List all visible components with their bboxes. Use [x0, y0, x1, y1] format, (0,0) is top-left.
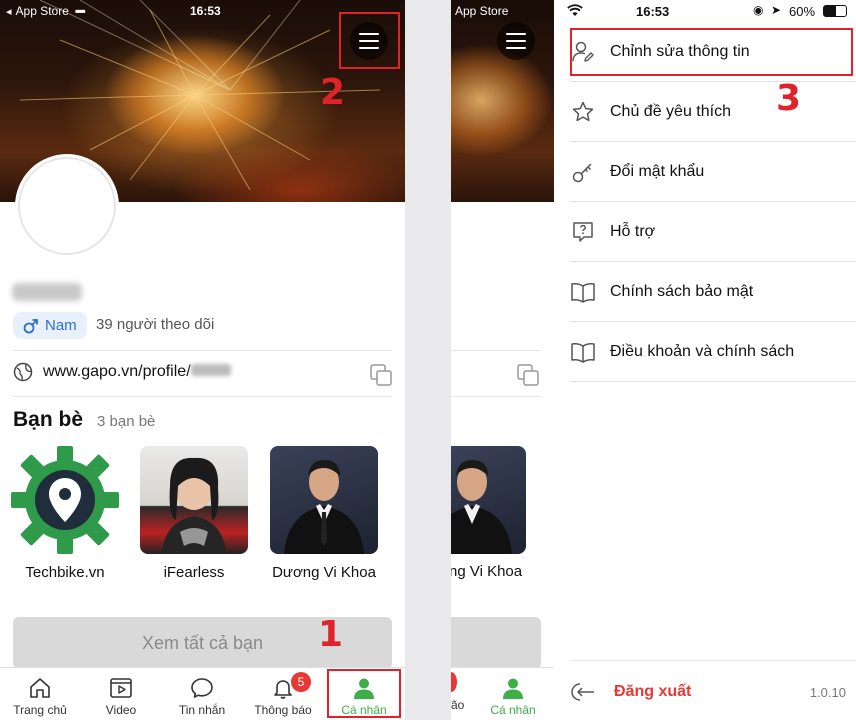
video-icon: [110, 678, 132, 698]
annotation-number-1: 1: [318, 614, 344, 655]
back-to-app-icon: ◂: [6, 5, 12, 18]
profile-link-row[interactable]: www.gapo.vn/profile/: [13, 362, 231, 382]
divider: [451, 350, 541, 351]
battery-icon: [823, 5, 847, 17]
friend-photo: [284, 460, 364, 554]
annotation-number-3: 3: [776, 78, 802, 119]
status-carrier: App Store: [15, 4, 69, 18]
status-carrier: App Store: [455, 4, 509, 18]
menu-item-support[interactable]: Hỗ trợ: [570, 202, 856, 262]
signal-icon: ▪▪▪▪: [74, 4, 86, 18]
tab-label: Trang chủ: [13, 703, 67, 717]
annotation-box-3: [570, 28, 853, 76]
menu-button[interactable]: [497, 22, 535, 60]
friend-name: ng Vi Khoa: [451, 563, 523, 580]
tab-notifications[interactable]: Thông báo 5: [243, 668, 323, 720]
annotation-box-1: [327, 669, 401, 718]
friend-avatar: [11, 446, 119, 554]
menu-item-label: Điều khoản và chính sách: [610, 342, 795, 360]
tab-messages[interactable]: Tin nhắn: [162, 668, 242, 720]
help-icon: [570, 219, 596, 245]
notification-badge: [451, 672, 457, 692]
tab-video[interactable]: Video: [81, 668, 161, 720]
chat-icon: [191, 678, 213, 698]
menu-item-label: Chính sách bảo mật: [610, 282, 754, 300]
tab-label: Tin nhắn: [178, 703, 226, 717]
annotation-number-2: 2: [320, 72, 346, 113]
status-time: 16:53: [636, 4, 670, 19]
logout-icon: [571, 683, 594, 701]
globe-icon: [13, 362, 33, 382]
divider: [13, 350, 392, 351]
right-phone-background: ng Vi Khoa ão Cá nhân: [451, 0, 554, 720]
menu-item-label: Chủ đề yêu thích: [610, 102, 731, 120]
menu-item-label: Hỗ trợ: [610, 222, 656, 240]
logout-label: Đăng xuất: [614, 683, 692, 700]
tab-home[interactable]: Trang chủ: [0, 668, 80, 720]
menu-item-favorite-topics[interactable]: Chủ đề yêu thích: [570, 82, 856, 142]
friends-title: Bạn bè: [13, 408, 84, 431]
tab-label: Video: [105, 703, 137, 717]
friend-avatar: [270, 446, 378, 554]
tab-label: ão: [451, 698, 465, 712]
profile-name-blurred: [12, 283, 82, 301]
gender-label: Nam: [45, 317, 77, 334]
status-time: 16:53: [190, 4, 221, 18]
person-icon: [503, 678, 523, 699]
menu-item-privacy-policy[interactable]: Chính sách bảo mật: [570, 262, 856, 322]
star-icon: [570, 99, 596, 125]
friend-card[interactable]: Techbike.vn: [11, 446, 119, 581]
friend-name: Techbike.vn: [25, 564, 105, 581]
menu-item-label: Đổi mật khẩu: [610, 162, 705, 180]
profile-id-blurred: [190, 364, 231, 376]
left-phone-screen: ◂ App Store ▪▪▪▪ 16:53 2 Nam 39 người th…: [0, 0, 405, 720]
book-icon: [570, 279, 596, 305]
friends-count: 3 bạn bè: [97, 413, 156, 430]
key-icon: [570, 159, 596, 185]
see-all-friends-button[interactable]: [451, 617, 541, 669]
bottom-tab-bar: ão Cá nhân: [451, 667, 554, 720]
wifi-icon: [567, 4, 583, 16]
book-icon: [570, 339, 596, 365]
tab-label: Thông báo: [254, 703, 312, 717]
menu-item-change-password[interactable]: Đổi mật khẩu: [570, 142, 856, 202]
battery-level: [824, 6, 836, 16]
divider: [570, 660, 856, 661]
friend-card[interactable]: Dương Vi Khoa: [270, 446, 378, 581]
male-icon: [23, 318, 38, 333]
menu-item-terms[interactable]: Điều khoản và chính sách: [570, 322, 856, 382]
battery-percent: 60%: [789, 4, 816, 19]
screen-separator: [405, 0, 451, 720]
profile-link-text: www.gapo.vn/profile/: [43, 363, 191, 380]
friend-name: Dương Vi Khoa: [272, 564, 376, 581]
friend-photo: [162, 457, 226, 554]
divider: [451, 396, 541, 397]
home-icon: [30, 678, 50, 698]
friend-name: iFearless: [163, 564, 225, 581]
tab-profile[interactable]: Cá nhân: [473, 668, 553, 720]
techbike-logo: [11, 446, 119, 554]
followers-count[interactable]: 39 người theo dõi: [96, 316, 214, 333]
copy-icon[interactable]: [517, 364, 539, 386]
copy-icon[interactable]: [370, 364, 392, 386]
orientation-lock-icon: ◉: [753, 3, 764, 17]
profile-menu-panel: Chỉnh sửa thông tin Chủ đề yêu thích Đổi…: [554, 22, 856, 720]
friend-card[interactable]: iFearless: [140, 446, 248, 581]
divider: [13, 396, 392, 397]
notification-badge: 5: [291, 672, 311, 692]
gender-badge: Nam: [13, 312, 87, 339]
friend-avatar: [140, 446, 248, 554]
location-icon: ➤: [771, 3, 782, 17]
app-version: 1.0.10: [809, 684, 846, 700]
hamburger-icon: [506, 33, 526, 35]
tab-label: Cá nhân: [490, 703, 536, 717]
logout-button[interactable]: Đăng xuất 1.0.10: [570, 673, 856, 711]
avatar[interactable]: [18, 157, 116, 255]
status-bar: App Store 16:53 ◉ ➤ 60%: [451, 0, 856, 22]
profile-link: www.gapo.vn/profile/: [43, 363, 231, 381]
friend-photo: [451, 460, 512, 554]
friend-avatar: [451, 446, 526, 554]
annotation-box-2: [339, 12, 400, 69]
